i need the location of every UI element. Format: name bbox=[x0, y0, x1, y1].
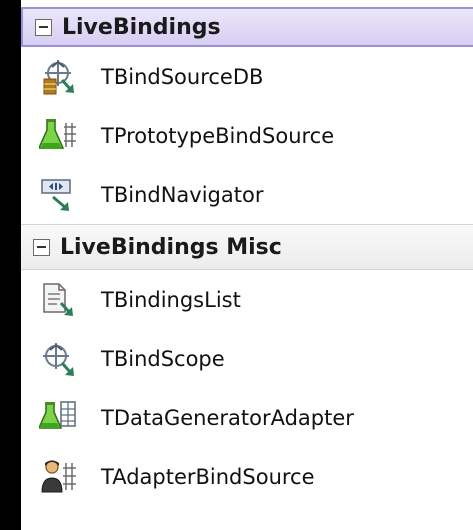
palette-item-label: TBindingsList bbox=[101, 287, 241, 312]
palette-item-tdatageneratoradapter[interactable]: TDataGeneratorAdapter bbox=[21, 388, 473, 447]
collapse-icon[interactable] bbox=[35, 18, 52, 36]
palette-item-label: TBindSourceDB bbox=[101, 64, 264, 89]
palette-item-tbindscope[interactable]: TBindScope bbox=[21, 329, 473, 388]
palette-item-label: TBindNavigator bbox=[101, 182, 264, 207]
category-header-livebindings[interactable]: LiveBindings bbox=[21, 7, 473, 47]
palette-item-tbindnavigator[interactable]: TBindNavigator bbox=[21, 165, 473, 224]
palette-item-tbindsourcedb[interactable]: TBindSourceDB bbox=[21, 47, 473, 106]
data-generator-adapter-icon bbox=[39, 399, 77, 437]
palette-item-label: TDataGeneratorAdapter bbox=[101, 405, 354, 430]
prototype-bindsource-icon bbox=[39, 117, 77, 155]
bind-scope-icon bbox=[39, 340, 77, 378]
category-header-livebindings-misc[interactable]: LiveBindings Misc bbox=[21, 224, 473, 270]
category-title: LiveBindings bbox=[62, 14, 221, 40]
palette-item-tbindingslist[interactable]: TBindingsList bbox=[21, 270, 473, 329]
palette-item-tprototypebindsource[interactable]: TPrototypeBindSource bbox=[21, 106, 473, 165]
tool-palette: LiveBindings TBindSourceDB TPrototypeBin… bbox=[21, 0, 473, 530]
palette-item-label: TBindScope bbox=[101, 346, 225, 371]
category-title: LiveBindings Misc bbox=[60, 234, 282, 260]
adapter-bindsource-icon bbox=[39, 458, 77, 496]
bind-navigator-icon bbox=[39, 176, 77, 214]
palette-item-tadapterbindsource[interactable]: TAdapterBindSource bbox=[21, 447, 473, 506]
bindings-list-icon bbox=[39, 281, 77, 319]
palette-item-label: TAdapterBindSource bbox=[101, 464, 315, 489]
collapse-icon[interactable] bbox=[33, 238, 50, 256]
palette-item-label: TPrototypeBindSource bbox=[101, 123, 335, 148]
bindsource-db-icon bbox=[39, 58, 77, 96]
